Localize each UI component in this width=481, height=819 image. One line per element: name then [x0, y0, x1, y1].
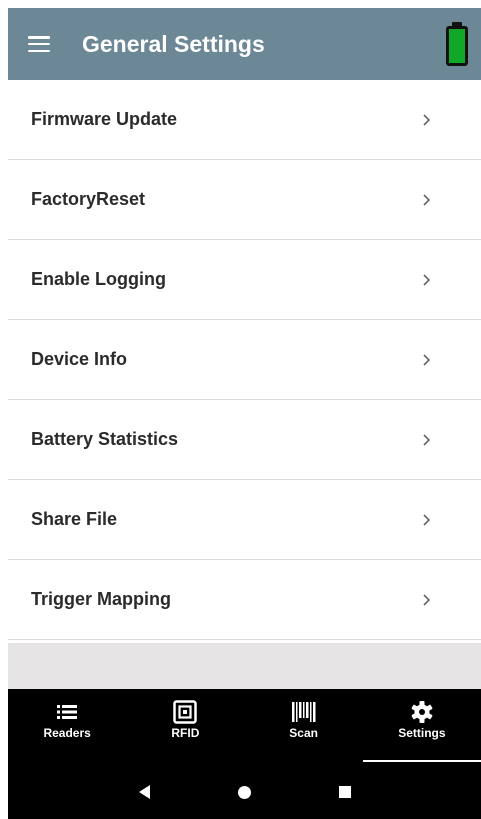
settings-list: Firmware Update FactoryReset Enable Logg…	[8, 80, 481, 640]
settings-item-device-info[interactable]: Device Info	[8, 320, 481, 400]
home-circle-icon[interactable]	[195, 785, 295, 799]
tab-label: RFID	[171, 726, 200, 740]
chevron-right-icon	[421, 193, 433, 206]
chevron-right-icon	[421, 113, 433, 126]
settings-item-trigger-mapping[interactable]: Trigger Mapping	[8, 560, 481, 640]
bottom-tab-bar: Readers RFID Scan Settings	[8, 689, 481, 765]
chevron-right-icon	[421, 513, 433, 526]
settings-item-factory-reset[interactable]: FactoryReset	[8, 160, 481, 240]
settings-item-label: Enable Logging	[31, 269, 166, 289]
tab-readers[interactable]: Readers	[8, 689, 126, 765]
barcode-icon	[291, 699, 316, 725]
settings-item-firmware-update[interactable]: Firmware Update	[8, 80, 481, 160]
recents-square-icon[interactable]	[295, 786, 395, 798]
settings-item-label: FactoryReset	[31, 189, 146, 209]
tab-settings[interactable]: Settings	[362, 689, 481, 765]
settings-item-label: Trigger Mapping	[31, 589, 172, 609]
chevron-right-icon	[421, 593, 433, 606]
tab-scan[interactable]: Scan	[245, 689, 363, 765]
gear-icon	[410, 699, 434, 725]
chevron-right-icon	[421, 353, 433, 366]
settings-item-enable-logging[interactable]: Enable Logging	[8, 240, 481, 320]
chevron-right-icon	[421, 433, 433, 446]
tab-label: Scan	[289, 726, 318, 740]
settings-item-share-file[interactable]: Share File	[8, 480, 481, 560]
system-navigation-bar	[8, 765, 481, 819]
tab-label: Settings	[398, 726, 446, 740]
app-bar: General Settings	[8, 8, 481, 80]
list-icon	[57, 699, 78, 725]
settings-item-battery-statistics[interactable]: Battery Statistics	[8, 400, 481, 480]
chevron-right-icon	[421, 273, 433, 286]
page-title: General Settings	[82, 30, 265, 57]
empty-area	[8, 643, 481, 689]
tab-rfid[interactable]: RFID	[126, 689, 244, 765]
settings-item-label: Firmware Update	[31, 109, 178, 129]
rfid-tag-icon	[173, 699, 198, 725]
settings-item-label: Battery Statistics	[31, 429, 179, 449]
back-triangle-icon[interactable]	[95, 785, 195, 799]
battery-full-icon	[446, 22, 468, 66]
hamburger-menu-icon[interactable]	[28, 36, 50, 52]
settings-item-label: Device Info	[31, 349, 128, 369]
tab-label: Readers	[43, 726, 91, 740]
settings-item-label: Share File	[31, 509, 118, 529]
